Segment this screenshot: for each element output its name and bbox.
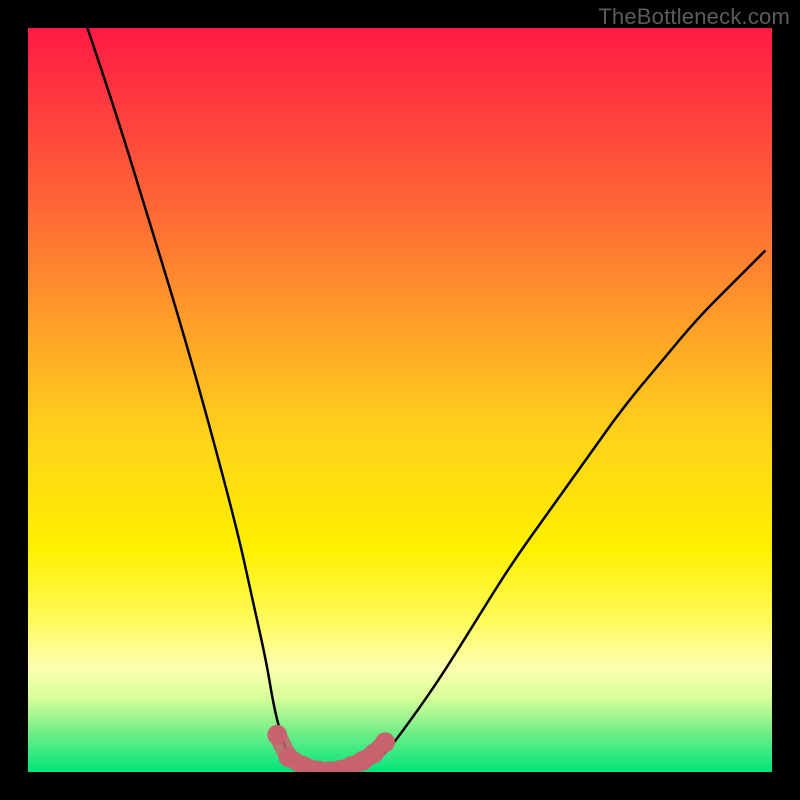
plot-area: [28, 28, 772, 772]
chart-frame: TheBottleneck.com: [0, 0, 800, 800]
bottom-markers: [267, 725, 395, 772]
bottleneck-curve: [88, 28, 765, 772]
marker-dot: [267, 725, 287, 745]
curve-layer: [28, 28, 772, 772]
bottleneck-curve-path: [88, 28, 765, 772]
marker-dot: [375, 732, 395, 752]
watermark-text: TheBottleneck.com: [598, 4, 790, 30]
